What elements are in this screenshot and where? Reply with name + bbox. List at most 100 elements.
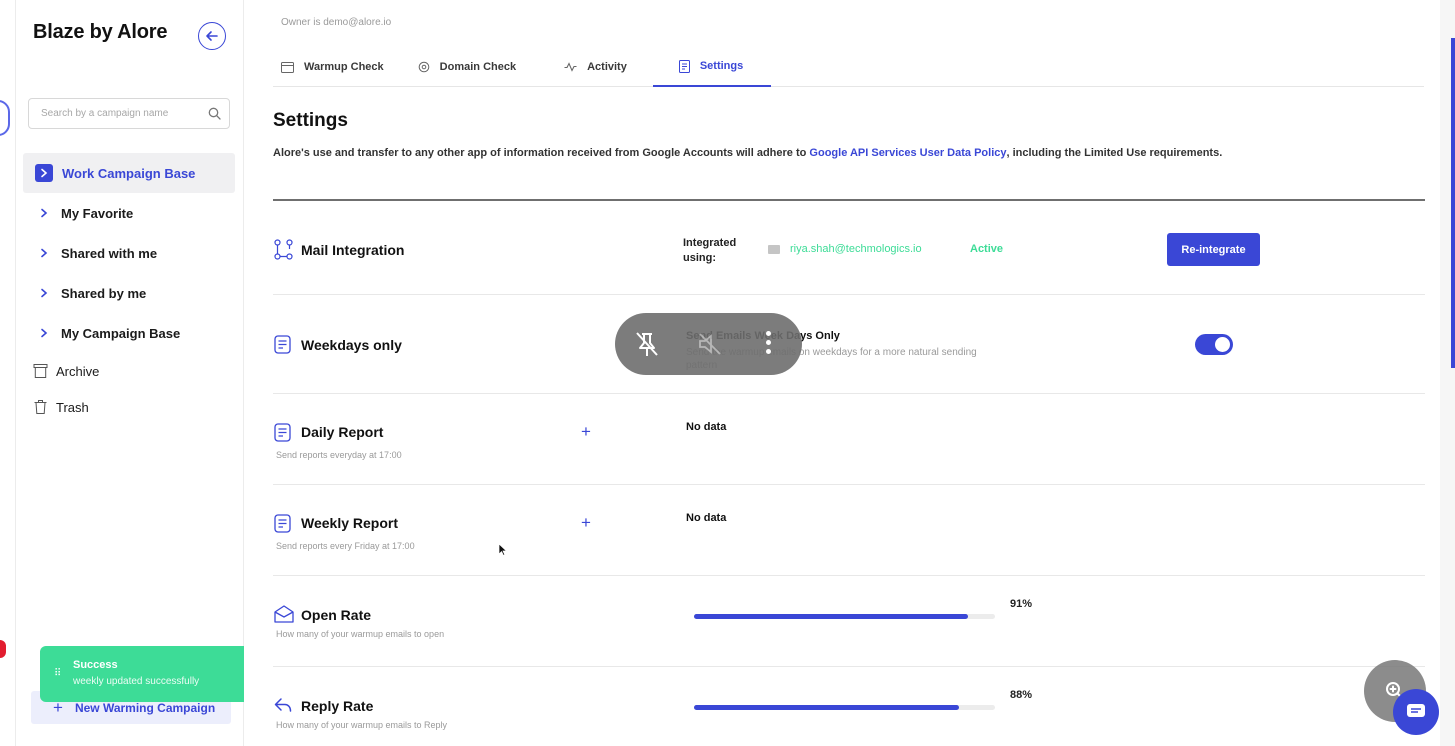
nav-item-label: Shared by me (61, 285, 147, 301)
daily-report-value: No data (686, 421, 727, 433)
document-icon (274, 514, 291, 533)
chat-icon (1407, 704, 1425, 717)
archive-icon (33, 363, 49, 379)
integrated-email-text: riya.shah@techmologics.io (790, 243, 922, 255)
trash-label: Trash (56, 399, 89, 415)
mail-integration-title: Mail Integration (301, 242, 405, 258)
section-divider (273, 199, 1425, 201)
unpin-icon[interactable] (632, 329, 662, 359)
toast-message: weekly updated successfully (73, 676, 200, 687)
nav-item-work-campaign-base[interactable]: Work Campaign Base (23, 153, 235, 193)
collapse-sidebar-button[interactable] (198, 22, 226, 50)
daily-report-title: Daily Report (301, 424, 384, 440)
chevron-right-icon (36, 288, 52, 298)
reply-rate-slider[interactable] (694, 705, 995, 710)
tab-label: Domain Check (439, 61, 517, 73)
toast-title: Success (73, 659, 118, 671)
open-rate-percent: 91% (1010, 598, 1033, 610)
nav-item-shared-with-me[interactable]: Shared with me (23, 233, 235, 273)
notification-dot (0, 640, 6, 658)
nav-item-shared-by-me[interactable]: Shared by me (23, 273, 235, 313)
row-divider (273, 484, 1425, 485)
integrated-using-label: Integrated using: (683, 236, 736, 266)
nav-item-my-favorite[interactable]: My Favorite (23, 193, 235, 233)
toggle-knob (1215, 337, 1230, 352)
chat-button[interactable] (1393, 689, 1439, 735)
row-divider (273, 393, 1425, 394)
settings-doc-icon (678, 59, 690, 73)
integration-status: Active (970, 243, 1004, 255)
reply-rate-subtitle: How many of your warmup emails to Reply (276, 720, 448, 730)
policy-link[interactable]: Google API Services User Data Policy (809, 147, 1006, 159)
campaign-nav: Work Campaign Base My Favorite Shared wi… (23, 153, 235, 353)
document-icon (274, 423, 291, 442)
reintegrate-button[interactable]: Re-integrate (1167, 233, 1260, 266)
weekdays-title: Weekdays only (301, 337, 402, 353)
owner-info: Owner is demo@alore.io (281, 17, 392, 28)
nav-item-label: Shared with me (61, 245, 158, 261)
chevron-right-icon (35, 164, 53, 182)
reply-rate-percent: 88% (1010, 689, 1033, 701)
open-mail-icon (274, 605, 294, 623)
tab-bar: Warmup Check Domain Check Activity Setti… (273, 47, 1424, 87)
main-content: Owner is demo@alore.io Warmup Check Doma… (244, 0, 1440, 746)
trash-icon (33, 399, 49, 415)
row-divider (273, 294, 1425, 295)
weekly-report-title: Weekly Report (301, 515, 398, 531)
weekly-report-value: No data (686, 512, 727, 524)
weekly-report-subtitle: Send reports every Friday at 17:00 (276, 541, 415, 551)
document-icon (274, 335, 291, 354)
tab-label: Activity (587, 61, 627, 73)
drag-dots-icon: ⠿ (54, 668, 62, 679)
open-rate-fill (694, 614, 968, 619)
policy-suffix: , including the Limited Use requirements… (1006, 147, 1223, 159)
tab-activity[interactable]: Activity (542, 47, 631, 87)
policy-notice: Alore's use and transfer to any other ap… (273, 147, 1222, 159)
trash-link[interactable]: Trash (33, 399, 233, 415)
left-rail (0, 0, 16, 746)
tab-label: Settings (699, 60, 744, 72)
search-icon[interactable] (208, 107, 221, 120)
chevron-right-icon (36, 248, 52, 258)
add-daily-report-button[interactable]: + (581, 422, 591, 442)
archive-label: Archive (56, 363, 100, 379)
nav-item-label: My Favorite (61, 205, 134, 221)
activity-icon (564, 62, 577, 72)
nav-item-my-campaign-base[interactable]: My Campaign Base (23, 313, 235, 353)
gear-icon (418, 61, 430, 73)
floating-toolbar (615, 313, 802, 375)
tab-settings[interactable]: Settings (652, 47, 772, 87)
scrollbar-thumb[interactable] (1451, 38, 1455, 368)
tab-domain-check[interactable]: Domain Check (410, 47, 520, 87)
more-options-icon[interactable] (766, 331, 771, 354)
campaign-search-input[interactable] (41, 108, 191, 119)
campaign-search (28, 98, 230, 129)
scrollbar[interactable] (1440, 0, 1455, 746)
archive-link[interactable]: Archive (33, 363, 233, 379)
add-weekly-report-button[interactable]: + (581, 513, 591, 533)
daily-report-subtitle: Send reports everyday at 17:00 (276, 450, 402, 460)
policy-prefix: Alore's use and transfer to any other ap… (273, 147, 810, 159)
open-rate-title: Open Rate (301, 607, 372, 623)
reply-rate-title: Reply Rate (301, 698, 374, 714)
reply-icon (274, 697, 292, 713)
sidebar: Blaze by Alore Work Campaign Base My Fav… (16, 0, 244, 746)
rail-avatar-bubble[interactable] (0, 100, 10, 136)
arrow-left-icon (206, 31, 218, 41)
chevron-right-icon (36, 328, 52, 338)
new-campaign-label: New Warming Campaign (74, 700, 216, 715)
mute-icon[interactable] (697, 332, 723, 356)
mail-provider-icon (768, 244, 780, 254)
calendar-icon (281, 61, 294, 73)
tab-label: Warmup Check (304, 61, 384, 73)
mouse-cursor-icon (498, 543, 508, 561)
page-title: Settings (273, 110, 348, 131)
open-rate-slider[interactable] (694, 614, 995, 619)
nav-item-label: My Campaign Base (61, 325, 181, 341)
tab-warmup-check[interactable]: Warmup Check (273, 47, 388, 87)
nav-item-label: Work Campaign Base (62, 165, 196, 181)
brand-title: Blaze by Alore (33, 21, 168, 43)
integrated-label-line2: using: (683, 252, 716, 264)
weekdays-toggle[interactable] (1195, 334, 1233, 355)
integration-icon (274, 239, 293, 260)
